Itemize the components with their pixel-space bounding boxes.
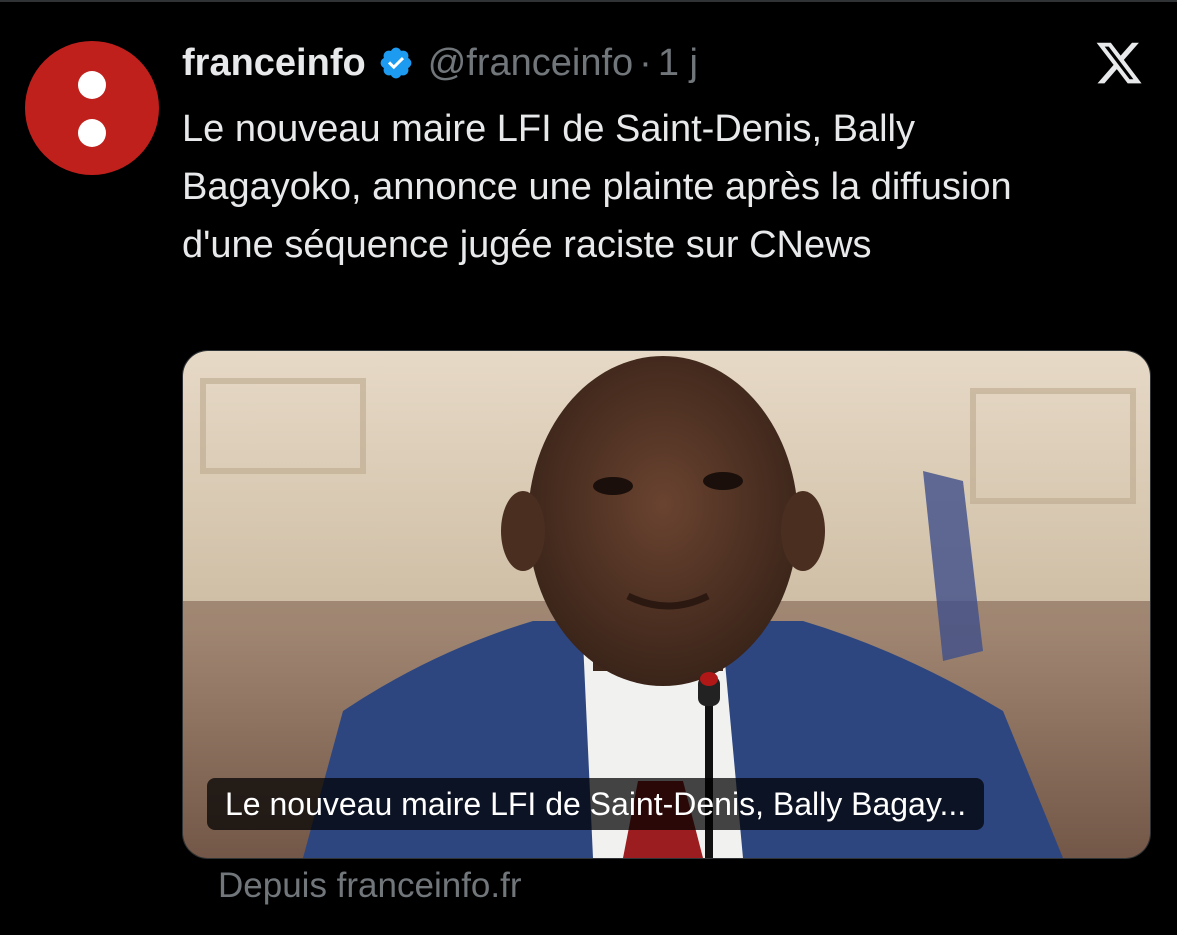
tweet-time[interactable]: 1 j bbox=[658, 42, 698, 85]
avatar-dot bbox=[78, 71, 106, 99]
avatar-dot bbox=[78, 119, 106, 147]
avatar[interactable] bbox=[25, 41, 159, 175]
x-logo-icon[interactable] bbox=[1094, 38, 1144, 88]
tweet-header: franceinfo @franceinfo · 1 j bbox=[182, 38, 698, 88]
card-source-link[interactable]: Depuis franceinfo.fr bbox=[218, 866, 521, 906]
tweet-text: Le nouveau maire LFI de Saint-Denis, Bal… bbox=[182, 108, 1012, 266]
header-separator: · bbox=[639, 41, 652, 84]
author-name[interactable]: franceinfo bbox=[182, 42, 366, 85]
card-caption: Le nouveau maire LFI de Saint-Denis, Bal… bbox=[207, 778, 985, 830]
link-card[interactable]: Le nouveau maire LFI de Saint-Denis, Bal… bbox=[182, 350, 1151, 859]
author-handle[interactable]: @franceinfo bbox=[428, 42, 633, 85]
verified-badge-icon bbox=[378, 45, 414, 81]
top-divider bbox=[0, 0, 1177, 2]
